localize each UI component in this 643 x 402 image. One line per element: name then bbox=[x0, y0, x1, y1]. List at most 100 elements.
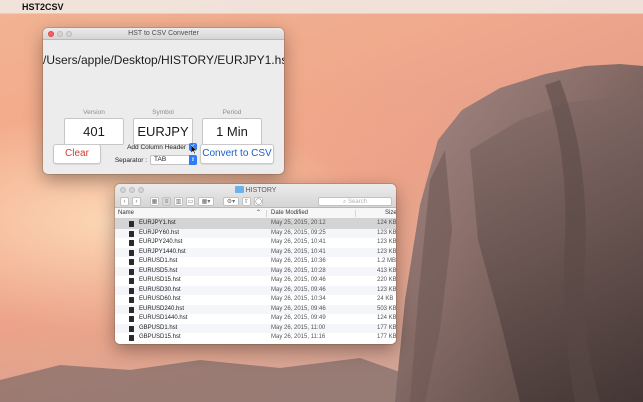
file-size: 503 KB bbox=[377, 305, 396, 312]
document-icon bbox=[129, 335, 134, 341]
file-size: 123 KB bbox=[377, 286, 396, 293]
file-size: 220 KB bbox=[377, 277, 396, 283]
file-row[interactable]: EURUSD1.hst May 26, 2015, 10:36 1.2 MB bbox=[115, 257, 396, 267]
file-row[interactable]: EURUSD5.hst May 26, 2015, 10:28 413 KB bbox=[115, 266, 396, 276]
finder-titlebar[interactable]: HISTORY ‹ › ▦ ≡ ▥ ▭ ▦▾ ⚙▾ ⇧ ◯ ⌕ Search bbox=[115, 184, 396, 208]
share-button[interactable]: ⇧ bbox=[242, 196, 251, 206]
finder-toolbar: ‹ › ▦ ≡ ▥ ▭ ▦▾ ⚙▾ ⇧ ◯ ⌕ Search bbox=[120, 196, 392, 206]
column-header-row: Name ⌃ Date Modified Size bbox=[115, 208, 396, 219]
file-name: EURUSD5.hst bbox=[139, 267, 178, 274]
file-size: 177 KB bbox=[377, 334, 396, 340]
zoom-button[interactable] bbox=[66, 31, 72, 37]
file-row[interactable]: EURUSD60.hst May 26, 2015, 10:34 24 KB bbox=[115, 295, 396, 305]
finder-window: HISTORY ‹ › ▦ ≡ ▥ ▭ ▦▾ ⚙▾ ⇧ ◯ ⌕ Search N… bbox=[115, 184, 396, 344]
convert-to-csv-button[interactable]: Convert to CSV bbox=[200, 144, 274, 164]
symbol-caption: Symbol bbox=[152, 109, 174, 116]
document-icon bbox=[129, 268, 134, 275]
file-size: 24 KB bbox=[377, 296, 394, 302]
options-group: Add Column Header ✓ Separator : TAB ⇕ bbox=[105, 143, 197, 165]
file-size: 177 KB bbox=[377, 324, 396, 331]
file-name: EURUSD1440.hst bbox=[139, 315, 188, 321]
icon-view-button[interactable]: ▦ bbox=[150, 196, 159, 206]
search-input[interactable]: ⌕ Search bbox=[318, 196, 392, 206]
file-date: May 26, 2015, 09:46 bbox=[271, 277, 326, 283]
file-name: EURUSD60.hst bbox=[139, 296, 181, 302]
menu-bar: HST2CSV bbox=[0, 0, 643, 14]
file-name: EURUSD1.hst bbox=[139, 258, 178, 264]
symbol-value[interactable]: EURJPY bbox=[133, 118, 193, 145]
file-row[interactable]: EURUSD240.hst May 26, 2015, 09:46 503 KB bbox=[115, 304, 396, 314]
size-column-header[interactable]: Size bbox=[385, 208, 396, 218]
file-row[interactable]: EURJPY240.hst May 26, 2015, 10:41 123 KB bbox=[115, 238, 396, 248]
arrange-menu-button[interactable]: ▦▾ bbox=[198, 196, 214, 206]
file-size: 123 KB bbox=[377, 229, 396, 236]
sort-chevron-icon: ⌃ bbox=[256, 210, 262, 216]
column-divider[interactable] bbox=[355, 210, 356, 217]
file-list: EURJPY1.hst May 25, 2015, 20:12 124 KB EURJ… bbox=[115, 219, 396, 344]
separator-select[interactable]: TAB ⇕ bbox=[150, 155, 197, 165]
converter-titlebar[interactable]: HST to CSV Converter bbox=[43, 28, 284, 40]
version-caption: Version bbox=[83, 109, 105, 116]
file-row[interactable]: EURUSD15.hst May 26, 2015, 09:46 220 KB bbox=[115, 276, 396, 286]
file-name: GBPUSD1.hst bbox=[139, 324, 178, 331]
column-divider[interactable] bbox=[266, 210, 267, 217]
document-icon bbox=[129, 240, 134, 246]
converter-window: HST to CSV Converter /Users/apple/Deskto… bbox=[43, 28, 284, 174]
file-size: 413 KB bbox=[377, 267, 396, 274]
file-date: May 26, 2015, 09:46 bbox=[271, 286, 326, 293]
list-view-button[interactable]: ≡ bbox=[162, 196, 171, 206]
search-placeholder: Search bbox=[348, 198, 368, 205]
document-icon bbox=[129, 325, 134, 332]
document-icon bbox=[129, 306, 134, 313]
document-icon bbox=[129, 249, 134, 256]
version-value[interactable]: 401 bbox=[64, 118, 124, 145]
document-icon bbox=[129, 316, 134, 322]
separator-label: Separator : bbox=[114, 156, 147, 164]
minimize-button[interactable] bbox=[57, 31, 63, 37]
back-button[interactable]: ‹ bbox=[120, 196, 129, 206]
file-name: EURUSD30.hst bbox=[139, 286, 181, 293]
document-icon bbox=[129, 221, 134, 227]
document-icon bbox=[129, 287, 134, 294]
file-row[interactable]: EURJPY60.hst May 26, 2015, 09:25 123 KB bbox=[115, 228, 396, 238]
document-icon bbox=[129, 259, 134, 265]
name-column-header[interactable]: Name bbox=[118, 208, 134, 218]
file-size: 123 KB bbox=[377, 239, 396, 245]
file-date: May 26, 2015, 09:49 bbox=[271, 315, 326, 321]
file-row[interactable]: GBPUSD15.hst May 26, 2015, 11:16 177 KB bbox=[115, 333, 396, 343]
file-name: EURJPY1440.hst bbox=[139, 248, 186, 255]
file-row[interactable]: GBPUSD1.hst May 26, 2015, 11:00 177 KB bbox=[115, 323, 396, 333]
forward-button[interactable]: › bbox=[132, 196, 141, 206]
date-column-header[interactable]: Date Modified bbox=[271, 208, 308, 218]
file-row[interactable]: EURJPY1.hst May 25, 2015, 20:12 124 KB bbox=[115, 219, 396, 229]
file-row[interactable]: EURJPY1440.hst May 26, 2015, 10:41 123 KB bbox=[115, 247, 396, 257]
file-size: 123 KB bbox=[377, 248, 396, 255]
file-date: May 26, 2015, 09:25 bbox=[271, 229, 326, 236]
column-view-button[interactable]: ▥ bbox=[174, 196, 183, 206]
folder-icon bbox=[234, 186, 244, 193]
period-caption: Period bbox=[222, 109, 242, 116]
action-gear-button[interactable]: ⚙▾ bbox=[223, 196, 239, 206]
file-date: May 26, 2015, 10:41 bbox=[271, 248, 326, 255]
period-field: Period 1 Min bbox=[202, 109, 262, 145]
file-name: EURUSD240.hst bbox=[139, 305, 185, 312]
separator-value: TAB bbox=[154, 156, 167, 163]
app-menu-name[interactable]: HST2CSV bbox=[22, 2, 64, 12]
close-button[interactable] bbox=[48, 31, 54, 37]
clear-button[interactable]: Clear bbox=[53, 144, 101, 164]
chevron-updown-icon: ⇕ bbox=[189, 155, 197, 165]
symbol-field: Symbol EURJPY bbox=[133, 109, 193, 145]
tags-button[interactable]: ◯ bbox=[254, 196, 263, 206]
file-size: 1.2 MB bbox=[377, 258, 396, 264]
file-name: GBPUSD15.hst bbox=[139, 334, 181, 340]
cover-flow-button[interactable]: ▭ bbox=[186, 196, 195, 206]
file-size: 124 KB bbox=[377, 315, 396, 321]
finder-title: HISTORY bbox=[115, 185, 396, 196]
version-field: Version 401 bbox=[64, 109, 124, 145]
window-controls bbox=[48, 31, 72, 37]
file-row[interactable]: EURUSD1440.hst May 26, 2015, 09:49 124 KB bbox=[115, 314, 396, 324]
file-name: EURJPY60.hst bbox=[139, 229, 180, 236]
period-value[interactable]: 1 Min bbox=[202, 118, 262, 145]
file-row[interactable]: EURUSD30.hst May 26, 2015, 09:46 123 KB bbox=[115, 285, 396, 295]
file-date: May 26, 2015, 09:46 bbox=[271, 305, 326, 312]
